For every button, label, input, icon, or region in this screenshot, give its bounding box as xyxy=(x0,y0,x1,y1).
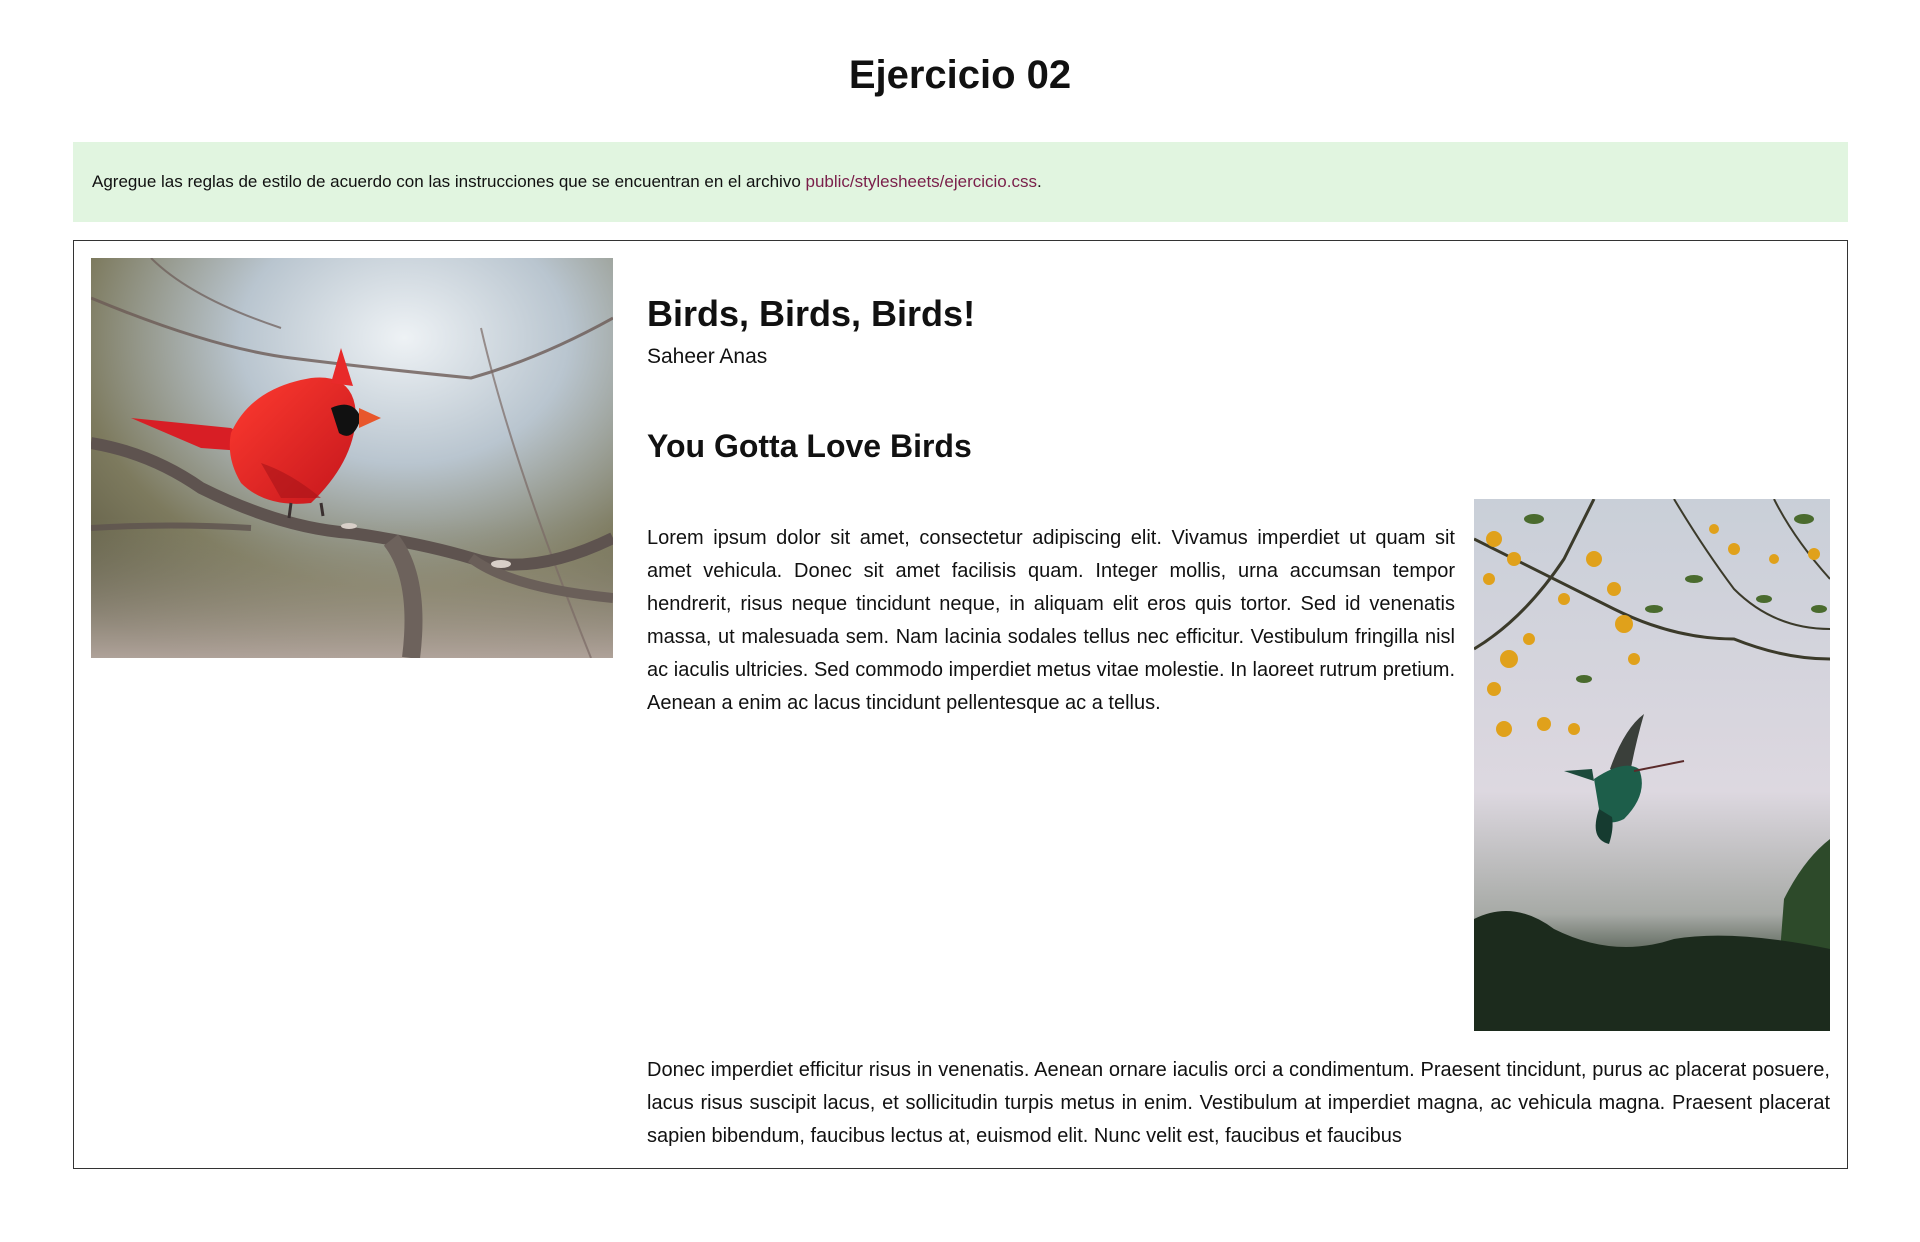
stylesheet-link[interactable]: public/stylesheets/ejercicio.css xyxy=(806,172,1037,191)
page-title: Ejercicio 02 xyxy=(848,53,1072,97)
instructions-banner: Agregue las reglas de estilo de acuerdo … xyxy=(73,142,1848,222)
instructions-text: Agregue las reglas de estilo de acuerdo … xyxy=(92,172,806,191)
article-heading: Birds, Birds, Birds! xyxy=(647,293,976,334)
article-container: Birds, Birds, Birds! Saheer Anas You Got… xyxy=(73,240,1848,1169)
hummingbird-photo xyxy=(1474,499,1830,1031)
paragraph-1: Lorem ipsum dolor sit amet, consectetur … xyxy=(647,527,1455,714)
article-author: Saheer Anas xyxy=(647,345,768,368)
section-heading: You Gotta Love Birds xyxy=(647,428,972,464)
cardinal-photo xyxy=(91,258,613,658)
paragraph-2: Donec imperdiet efficitur risus in venen… xyxy=(647,1059,1830,1147)
instructions-suffix: . xyxy=(1036,172,1042,191)
